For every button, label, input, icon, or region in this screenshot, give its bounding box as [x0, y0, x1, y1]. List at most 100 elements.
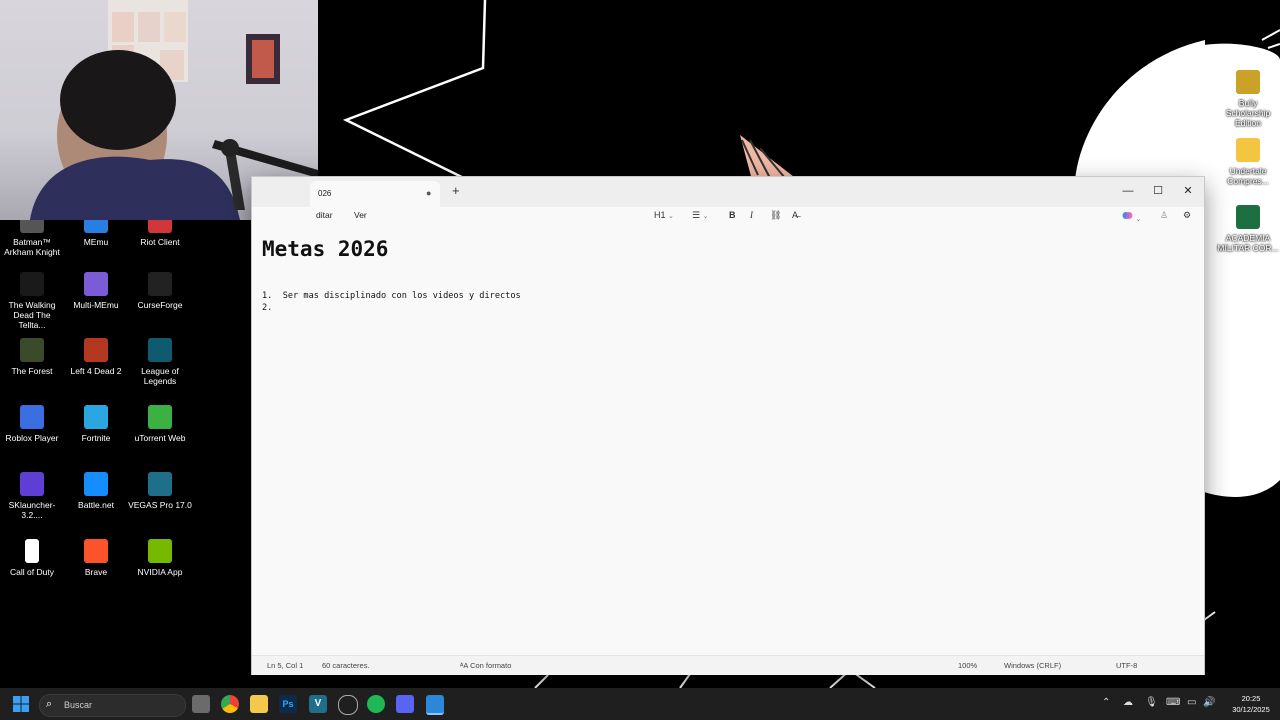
desktop-icon-label: Multi-MEmu — [73, 300, 119, 310]
task-view-icon[interactable] — [192, 695, 210, 713]
desktop-icon[interactable]: League of Legends — [128, 338, 192, 386]
start-windows-icon[interactable] — [12, 695, 30, 713]
maximize-button[interactable]: ☐ — [1143, 180, 1173, 202]
editor-area[interactable]: Metas 2026 1. Ser mas disciplinado con l… — [252, 225, 1204, 655]
clear-format-button[interactable]: A̶ — [792, 210, 798, 220]
desktop-icon[interactable]: SKlauncher-3.2.... — [0, 472, 64, 520]
status-bar: Ln 5, Col 1 60 caracteres. ᴬA Con format… — [252, 655, 1204, 675]
desktop-icon-label: Left 4 Dead 2 — [70, 366, 122, 376]
volume-icon[interactable]: 🔊 — [1203, 697, 1215, 709]
roblox-icon — [20, 405, 44, 429]
chevron-down-icon: ⌄ — [1135, 216, 1142, 223]
bold-button[interactable]: B — [729, 210, 736, 220]
onedrive-icon[interactable]: ☁ — [1123, 697, 1133, 709]
desktop-icon[interactable]: VEGAS Pro 17.0 — [128, 472, 192, 510]
vegas-icon[interactable]: V — [309, 695, 327, 713]
menu-editar[interactable]: ditar — [316, 210, 333, 220]
discord-icon[interactable] — [396, 695, 414, 713]
desktop-icon-label: Roblox Player — [5, 433, 59, 443]
desktop-icon[interactable]: uTorrent Web — [128, 405, 192, 443]
search-icon: ⌕ — [46, 698, 53, 710]
list-dropdown[interactable]: ☰ ⌄ — [692, 210, 708, 221]
desktop-icon-label: Undertale Compres... — [1227, 166, 1269, 186]
desktop-icon[interactable]: ACADEMIA MILITAR COR... — [1216, 205, 1280, 253]
line-ending[interactable]: Windows (CRLF) — [1004, 661, 1061, 670]
desktop-icon[interactable]: Battle.net — [64, 472, 128, 510]
obs-icon[interactable] — [338, 695, 358, 715]
link-button[interactable]: ⛓ — [770, 210, 781, 221]
sklauncher-icon — [20, 472, 44, 496]
account-icon[interactable]: ♙ — [1160, 210, 1168, 221]
new-tab-button[interactable]: + — [452, 184, 460, 198]
minimize-button[interactable]: — — [1113, 180, 1143, 202]
desktop-icon[interactable]: Fortnite — [64, 405, 128, 443]
league-icon — [148, 338, 172, 362]
document-tab[interactable]: 026 ● — [310, 181, 440, 207]
desktop-icon-label: The Walking Dead The Tellta... — [8, 300, 56, 330]
walking-dead-icon — [20, 272, 44, 296]
close-button[interactable]: ✕ — [1173, 180, 1203, 202]
keyboard-icon[interactable]: ⌨ — [1166, 697, 1180, 709]
menu-bar: ditar Ver H1 ⌄ ☰ ⌄ B I ⛓ A̶ ⌄ ♙ ⚙ — [252, 207, 1204, 225]
file-explorer-icon[interactable] — [250, 695, 268, 713]
desktop-icon[interactable]: NVIDIA App — [128, 539, 192, 577]
desktop-icon[interactable]: The Forest — [0, 338, 64, 376]
desktop-icon[interactable]: Left 4 Dead 2 — [64, 338, 128, 376]
notepad-window[interactable]: 026 ● + — ☐ ✕ ditar Ver H1 ⌄ ☰ ⌄ B I ⛓ A… — [252, 177, 1204, 675]
notepad-taskbar-icon[interactable] — [426, 695, 444, 715]
list-icon: ☰ — [692, 210, 701, 220]
format-label: Con formato — [470, 661, 512, 670]
encoding[interactable]: UTF-8 — [1116, 661, 1137, 670]
zoom-level[interactable]: 100% — [958, 661, 977, 670]
chrome-icon[interactable] — [221, 695, 239, 713]
desktop-icon-label: MEmu — [83, 237, 109, 247]
heading-label: H1 — [654, 210, 666, 220]
desktop-icon-label: Call of Duty — [10, 567, 54, 577]
desktop-icon-label: VEGAS Pro 17.0 — [128, 500, 192, 510]
spotify-icon[interactable] — [367, 695, 385, 713]
desktop-icon-label: SKlauncher-3.2.... — [8, 500, 56, 520]
microphone-icon[interactable]: 🎙 — [1145, 697, 1158, 709]
multi-memu-icon — [84, 272, 108, 296]
heading-dropdown[interactable]: H1 ⌄ — [654, 210, 674, 220]
menu-ver[interactable]: Ver — [354, 210, 367, 220]
desktop-icon[interactable]: Roblox Player — [0, 405, 64, 443]
desktop-icon[interactable]: Undertale Compres... — [1216, 138, 1280, 186]
copilot-icon[interactable]: ⌄ — [1122, 210, 1141, 223]
bully-icon — [1236, 70, 1260, 94]
desktop-icon-label: Brave — [84, 567, 108, 577]
taskbar-search[interactable]: ⌕ Buscar — [39, 694, 186, 717]
desktop-icon[interactable]: Bully Scholarship Edition — [1216, 70, 1280, 128]
tab-title: 026 — [318, 189, 332, 198]
desktop-icon[interactable]: CurseForge — [128, 272, 192, 310]
clock-date: 30/12/2025 — [1232, 705, 1270, 714]
network-icon[interactable]: ▭ — [1187, 697, 1196, 709]
italic-button[interactable]: I — [750, 210, 753, 220]
excel-icon — [1236, 205, 1260, 229]
title-bar[interactable]: 026 ● + — ☐ ✕ — [252, 177, 1204, 207]
clock-time: 20:25 — [1241, 694, 1261, 703]
file-icon — [25, 539, 39, 563]
clock[interactable]: 20:25 30/12/2025 — [1226, 693, 1276, 715]
desktop-icon-label: The Forest — [11, 366, 53, 376]
curseforge-icon — [148, 272, 172, 296]
nvidia-icon — [148, 539, 172, 563]
desktop-icon-label: Batman™ Arkham Knight — [4, 237, 60, 257]
desktop-icon-label: ACADEMIA MILITAR COR... — [1217, 233, 1279, 253]
left4dead-icon — [84, 338, 108, 362]
desktop-icon-label: Battle.net — [78, 500, 114, 510]
unsaved-dot-icon[interactable]: ● — [426, 188, 431, 198]
desktop: Batman™ Arkham Knight MEmu Riot Client The … — [0, 0, 1280, 688]
desktop-icon[interactable]: Multi-MEmu — [64, 272, 128, 310]
chevron-down-icon: ⌄ — [702, 213, 709, 220]
fortnite-icon — [84, 405, 108, 429]
desktop-icon-label: uTorrent Web — [134, 433, 186, 443]
list-item: 2. — [262, 303, 273, 313]
settings-gear-icon[interactable]: ⚙ — [1183, 210, 1191, 221]
photoshop-icon[interactable]: Ps — [279, 695, 297, 713]
desktop-icon[interactable]: Brave — [64, 539, 128, 577]
chevron-up-icon[interactable]: ⌃ — [1102, 697, 1110, 709]
format-indicator[interactable]: ᴬA Con formato — [460, 661, 511, 670]
desktop-icon[interactable]: The Walking Dead The Tellta... — [0, 272, 64, 330]
desktop-icon[interactable]: Call of Duty — [0, 539, 64, 577]
